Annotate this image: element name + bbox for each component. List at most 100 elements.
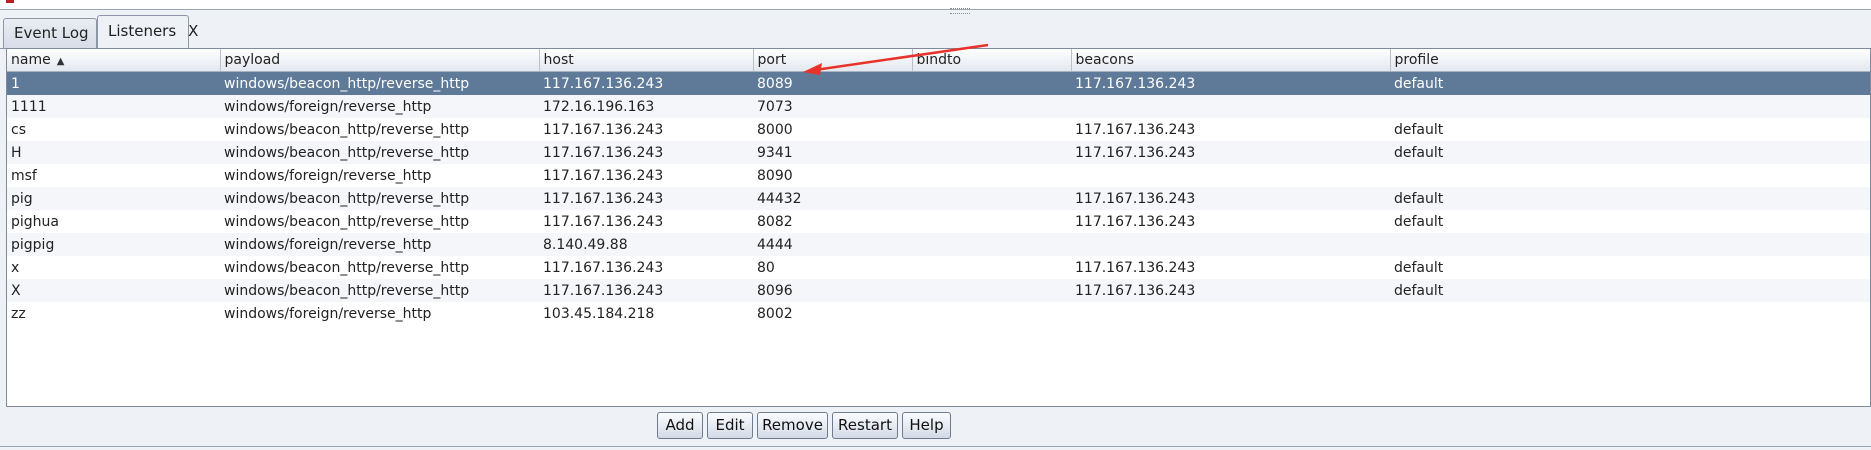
cell-host: 117.167.136.243 (539, 71, 753, 95)
table-row[interactable]: Hwindows/beacon_http/reverse_http 117.167… (7, 141, 1870, 164)
sort-ascending-icon: ▲ (56, 56, 65, 67)
cell-port: 4444 (753, 233, 912, 256)
cell-name: pigpig (7, 233, 220, 256)
column-header-beacons[interactable]: beacons (1071, 49, 1391, 72)
cell-payload: windows/foreign/reverse_http (224, 167, 432, 184)
cell-host: 117.167.136.243 (543, 167, 664, 184)
cell-profile: default (1390, 71, 1870, 95)
cell-payload: windows/beacon_http/reverse_http (220, 141, 539, 164)
table-row[interactable]: x windows/beacon_http/reverse_http 117.167… (7, 256, 1870, 279)
cell-host: 117.167.136.243 (539, 141, 753, 164)
cell-name: x (11, 259, 20, 276)
cell-bindto (912, 279, 1071, 302)
cell-beacons: 117.167.136.243 (1075, 259, 1196, 276)
window-bottom-edge (0, 446, 1871, 447)
cell-profile: default (1394, 213, 1444, 230)
cell-bindto (912, 210, 1071, 233)
cell-port: 44432 (753, 187, 912, 210)
help-button[interactable]: Help (902, 412, 951, 439)
cell-payload: windows/beacon_http/reverse_http (220, 71, 539, 95)
cell-beacons: 117.167.136.243 (1071, 71, 1390, 95)
cell-payload: windows/beacon_http/reverse_http (220, 279, 539, 302)
cell-port: 9341 (753, 141, 912, 164)
listeners-table[interactable]: name ▲ payload host port bindto beacons p… (6, 48, 1871, 407)
table-row[interactable]: Xwindows/beacon_http/reverse_http 117.167… (7, 279, 1870, 302)
cell-name: X (7, 279, 220, 302)
remove-button[interactable]: Remove (757, 412, 828, 439)
cell-payload: windows/foreign/reverse_http (220, 95, 539, 118)
cell-name: H (7, 141, 220, 164)
table-row[interactable]: pighua windows/beacon_http/reverse_http 11… (7, 210, 1870, 233)
edit-button[interactable]: Edit (707, 412, 753, 439)
add-button[interactable]: Add (657, 412, 703, 439)
cell-profile (1390, 95, 1870, 118)
tab-listeners[interactable]: Listeners X (97, 15, 198, 49)
cell-host: 8.140.49.88 (539, 233, 753, 256)
table-row[interactable]: pigpig windows/foreign/reverse_http 8.140.… (7, 233, 1870, 256)
button-row: Add Edit Remove Restart Help (0, 412, 1871, 442)
cell-host: 103.45.184.218 (543, 305, 655, 322)
column-header-profile[interactable]: profile (1390, 49, 1870, 72)
cell-payload: windows/foreign/reverse_http (220, 233, 539, 256)
cell-profile (1390, 233, 1870, 256)
close-icon[interactable]: X (188, 22, 198, 40)
cell-beacons (1071, 233, 1390, 256)
cell-port: 8096 (753, 279, 912, 302)
table-row[interactable]: cs windows/beacon_http/reverse_http 117.16… (7, 118, 1870, 141)
cell-bindto (912, 71, 1071, 95)
cell-profile: default (1390, 187, 1870, 210)
cell-payload: windows/beacon_http/reverse_http (224, 213, 470, 230)
cell-payload: windows/beacon_http/reverse_http (220, 187, 539, 210)
cell-bindto (912, 95, 1071, 118)
restart-button[interactable]: Restart (832, 412, 898, 439)
table-row[interactable]: pig windows/beacon_http/reverse_http 117.1… (7, 187, 1870, 210)
cell-name: msf (11, 167, 37, 184)
cell-port: 7073 (753, 95, 912, 118)
cell-payload: windows/beacon_http/reverse_http (224, 121, 470, 138)
cell-bindto (912, 187, 1071, 210)
tab-event-log[interactable]: Event LogX (3, 18, 111, 48)
cell-beacons: 117.167.136.243 (1075, 213, 1196, 230)
cell-bindto (912, 141, 1071, 164)
cell-bindto (912, 233, 1071, 256)
cell-name: pig (7, 187, 220, 210)
table-row[interactable]: 1 windows/beacon_http/reverse_http 117.167… (7, 71, 1870, 95)
cell-beacons: 117.167.136.243 (1071, 187, 1390, 210)
cell-port: 8002 (757, 305, 793, 322)
column-header-port[interactable]: port (753, 49, 913, 72)
cell-bindto (912, 256, 1071, 279)
cell-name: cs (11, 121, 26, 138)
cell-payload: windows/foreign/reverse_http (224, 305, 432, 322)
cell-profile: default (1390, 279, 1870, 302)
column-header-payload[interactable]: payload (220, 49, 540, 72)
cell-port: 8089 (753, 71, 912, 95)
cell-beacons: 117.167.136.243 (1071, 279, 1390, 302)
table-header: name ▲ payload host port bindto beacons p… (7, 49, 1870, 72)
cell-payload: windows/beacon_http/reverse_http (224, 259, 470, 276)
top-marker (6, 0, 14, 3)
cell-beacons: 117.167.136.243 (1071, 141, 1390, 164)
cell-host: 172.16.196.163 (539, 95, 753, 118)
column-header-host[interactable]: host (539, 49, 754, 72)
cell-name: zz (11, 305, 26, 322)
tab-label: Listeners (108, 22, 177, 40)
cell-profile (1390, 302, 1870, 325)
tab-bar: Event LogX Listeners X (0, 14, 1871, 49)
tab-label: Event Log (14, 24, 89, 42)
cell-profile (1390, 164, 1870, 187)
table-row[interactable]: 1111 windows/foreign/reverse_http 172.16.1… (7, 95, 1870, 118)
cell-profile: default (1390, 141, 1870, 164)
cell-host: 117.167.136.243 (539, 279, 753, 302)
cell-port: 8000 (757, 121, 793, 138)
cell-bindto (912, 164, 1071, 187)
table-row[interactable]: zz windows/foreign/reverse_http 103.45.184… (7, 302, 1870, 325)
cell-port: 8082 (757, 213, 793, 230)
cell-port: 8090 (757, 167, 793, 184)
column-header-bindto[interactable]: bindto (912, 49, 1072, 72)
cell-port: 80 (757, 259, 775, 276)
column-header-name[interactable]: name ▲ (7, 49, 221, 72)
listeners-window: Event LogX ListenersX name▲ payload host (0, 0, 1871, 450)
cell-beacons (1071, 302, 1390, 325)
table-row[interactable]: msf windows/foreign/reverse_http 117.167.1… (7, 164, 1870, 187)
cell-profile: default (1394, 121, 1444, 138)
